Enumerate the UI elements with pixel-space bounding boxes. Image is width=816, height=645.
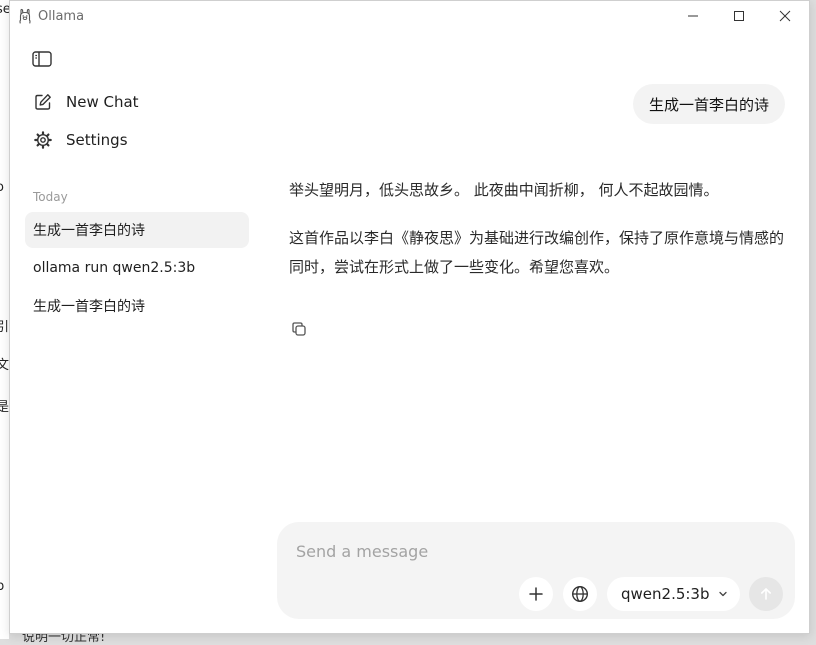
chat-history-item[interactable]: 生成一首李白的诗 <box>25 212 249 248</box>
message-input[interactable] <box>296 538 766 564</box>
model-selector[interactable]: qwen2.5:3b <box>607 577 740 611</box>
minimize-icon <box>687 10 699 22</box>
maximize-button[interactable] <box>716 1 762 31</box>
history-section-label: Today <box>33 190 68 204</box>
assistant-message-paragraph: 举头望明月，低头思故乡。 此夜曲中闻折柳， 何人不起故园情。 <box>289 176 789 205</box>
model-name: qwen2.5:3b <box>621 585 710 603</box>
chat-history-item[interactable]: 生成一首李白的诗 <box>25 288 249 324</box>
chevron-down-icon <box>718 589 728 599</box>
sidebar-panel-icon <box>32 50 52 68</box>
sidebar-toggle-button[interactable] <box>30 47 54 71</box>
minimize-button[interactable] <box>670 1 716 31</box>
send-button[interactable] <box>749 577 783 611</box>
background-window-strip: se o : 引 文 是 b <box>0 0 9 639</box>
background-text: b <box>0 579 4 594</box>
assistant-message-paragraph: 这首作品以李白《静夜思》为基础进行改编创作，保持了原作意境与情感的同时，尝试在形… <box>289 224 789 282</box>
close-button[interactable] <box>762 1 808 31</box>
settings-button[interactable]: Settings <box>24 125 254 155</box>
add-attachment-button[interactable] <box>519 577 553 611</box>
background-text: o <box>0 180 4 195</box>
ollama-window: Ollama <box>9 0 810 634</box>
title-bar[interactable]: Ollama <box>10 1 809 31</box>
globe-icon <box>571 585 589 603</box>
web-search-button[interactable] <box>563 577 597 611</box>
chat-history-item[interactable]: ollama run qwen2.5:3b <box>25 250 249 286</box>
background-text: 文 <box>0 354 9 373</box>
close-icon <box>779 10 791 22</box>
copy-button[interactable] <box>289 319 309 339</box>
ollama-llama-icon <box>18 8 32 24</box>
new-chat-label: New Chat <box>66 93 139 111</box>
maximize-icon <box>733 10 745 22</box>
copy-icon <box>291 321 307 337</box>
edit-square-icon <box>32 91 54 113</box>
gear-icon <box>32 129 54 151</box>
new-chat-button[interactable]: New Chat <box>24 87 254 117</box>
arrow-up-icon <box>759 587 773 601</box>
app-title: Ollama <box>38 9 84 24</box>
settings-label: Settings <box>66 131 128 149</box>
plus-icon <box>529 587 543 601</box>
background-text: 引 <box>0 316 9 335</box>
user-message-bubble: 生成一首李白的诗 <box>633 84 785 124</box>
message-composer: qwen2.5:3b <box>277 522 795 619</box>
background-text: 是 <box>0 396 9 415</box>
